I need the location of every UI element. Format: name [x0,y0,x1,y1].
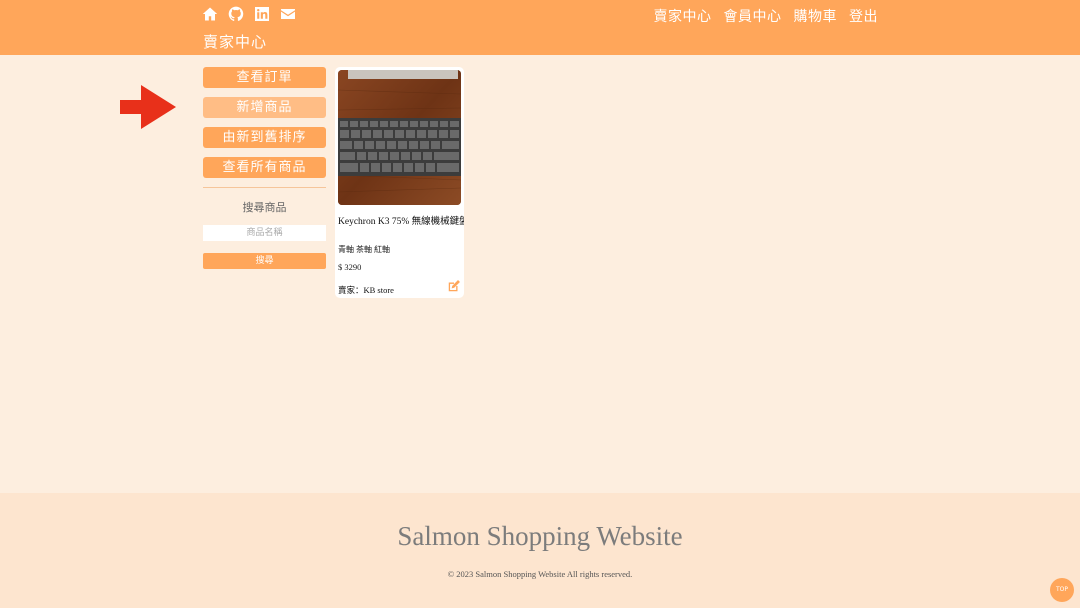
nav-seller-center[interactable]: 賣家中心 [654,6,712,26]
home-icon[interactable] [202,6,218,22]
footer-title: Salmon Shopping Website [397,521,683,551]
nav-cart[interactable]: 購物車 [794,6,838,26]
linkedin-icon[interactable] [254,6,270,22]
nav-member-center[interactable]: 會員中心 [724,6,782,26]
view-orders-button[interactable]: 查看訂單 [203,67,326,88]
page-title: 賣家中心 [203,33,268,51]
product-card[interactable]: Keychron K3 75% 無線機械鍵盤 青軸 茶軸 紅軸 $ 3290 賣… [335,67,464,298]
edit-icon[interactable] [447,279,461,293]
mail-icon[interactable] [280,6,296,22]
search-button[interactable]: 搜尋 [203,253,326,269]
back-to-top-button[interactable]: TOP [1050,578,1074,602]
product-name[interactable]: Keychron K3 75% 無線機械鍵盤 [338,213,464,227]
sidebar-divider [203,187,326,188]
top-header: 賣家中心 賣家中心 會員中心 購物車 登出 [0,0,1080,55]
github-icon[interactable] [228,6,244,22]
product-variants: 青軸 茶軸 紅軸 [338,245,390,254]
seller-sidebar: 查看訂單 新增商品 由新到舊排序 查看所有商品 搜尋商品 搜尋 [203,67,326,269]
product-seller: 賣家：KB store [338,285,394,295]
sort-newest-button[interactable]: 由新到舊排序 [203,127,326,148]
social-icons [202,6,296,22]
nav-logout[interactable]: 登出 [849,6,878,26]
footer-copyright: © 2023 Salmon Shopping Website All right… [447,569,633,579]
top-nav: 賣家中心 會員中心 購物車 登出 [654,6,879,26]
site-footer: Salmon Shopping Website © 2023 Salmon Sh… [0,493,1080,608]
product-price: $ 3290 [338,262,362,272]
red-arrow-indicator [120,85,176,129]
product-image [338,70,461,205]
view-all-products-button[interactable]: 查看所有商品 [203,157,326,178]
search-label: 搜尋商品 [242,201,287,214]
add-product-button[interactable]: 新增商品 [203,97,326,118]
search-input[interactable] [203,225,326,241]
